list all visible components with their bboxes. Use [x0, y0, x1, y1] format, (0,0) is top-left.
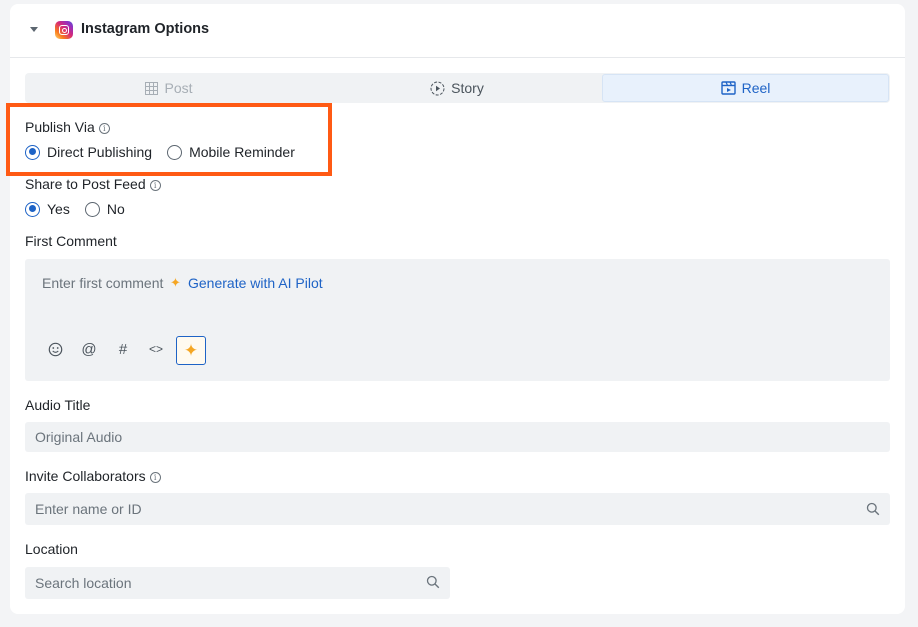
collaborators-label: Invite Collaborators i [25, 468, 161, 484]
yes-radio[interactable] [25, 201, 40, 217]
panel-header: Instagram Options [10, 4, 905, 58]
audio-title-label: Audio Title [25, 397, 91, 413]
sparkle-icon: ✦ [170, 275, 181, 290]
location-field[interactable] [25, 567, 450, 599]
hashtag-icon[interactable]: # [113, 339, 133, 359]
reel-clapper-icon [720, 81, 736, 95]
location-label: Location [25, 541, 78, 557]
tab-reel[interactable]: Reel [602, 74, 889, 102]
content-type-tabs: Post Story Reel [25, 73, 890, 103]
location-input[interactable] [25, 567, 450, 599]
first-comment-placeholder[interactable]: Enter first comment [42, 275, 163, 291]
first-comment-editor[interactable]: Enter first comment ✦ Generate with AI P… [25, 259, 890, 381]
instagram-icon [55, 21, 73, 39]
search-icon[interactable] [426, 575, 440, 589]
no-radio[interactable] [84, 201, 100, 217]
no-label[interactable]: No [107, 201, 125, 217]
generate-ai-link[interactable]: Generate with AI Pilot [188, 275, 323, 291]
collaborators-field[interactable] [25, 493, 890, 525]
search-icon[interactable] [866, 502, 880, 516]
tab-post-label: Post [164, 80, 193, 96]
tab-reel-label: Reel [741, 80, 771, 96]
audio-title-field[interactable] [25, 422, 890, 452]
tab-story[interactable]: Story [313, 73, 601, 103]
info-icon[interactable]: i [149, 179, 161, 191]
tab-story-label: Story [451, 80, 484, 96]
share-to-feed-label: Share to Post Feed i [25, 176, 161, 192]
audio-title-input[interactable] [25, 422, 890, 452]
ai-sparkle-button[interactable]: ✦ [176, 336, 206, 365]
panel-title: Instagram Options [81, 21, 210, 37]
highlight-box [6, 103, 332, 176]
collaborators-text: Invite Collaborators [25, 468, 146, 484]
info-icon[interactable]: i [149, 471, 161, 483]
tab-post[interactable]: Post [25, 73, 313, 103]
mention-icon[interactable]: @ [79, 339, 99, 359]
story-play-icon [430, 81, 445, 95]
first-comment-label: First Comment [25, 233, 117, 249]
instagram-options-panel: Instagram Options Post Story Reel Publis… [6, 4, 905, 614]
share-to-feed-options: Yes No [25, 201, 125, 217]
emoji-icon[interactable] [45, 339, 65, 359]
yes-label[interactable]: Yes [47, 201, 70, 217]
collaborators-input[interactable] [25, 493, 890, 525]
share-to-feed-text: Share to Post Feed [25, 176, 146, 192]
code-icon[interactable]: <> [146, 339, 166, 359]
ai-sparkle-icon: ✦ [183, 340, 199, 360]
collapse-caret-icon[interactable] [30, 27, 38, 32]
grid-icon [145, 81, 159, 95]
